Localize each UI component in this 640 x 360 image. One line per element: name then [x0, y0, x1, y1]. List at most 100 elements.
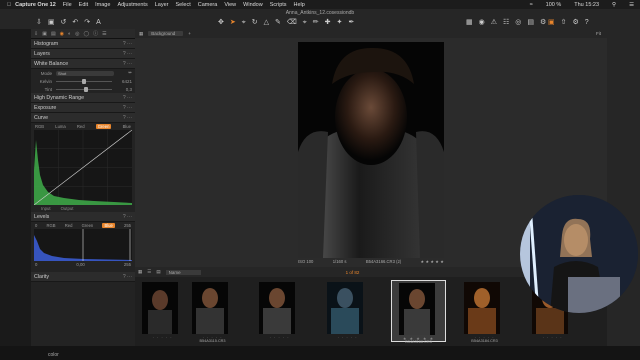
exposure-tab-icon[interactable]: ◐ — [68, 31, 71, 37]
crop-tool-icon[interactable]: ⌖ — [242, 19, 246, 27]
grid-view-icon[interactable]: ▦ — [138, 269, 142, 275]
thumbnail[interactable]: · · · · · B54A3115.CR3 — [185, 280, 240, 343]
curve-tab-blue[interactable]: Blue — [123, 124, 131, 129]
levels-high-value[interactable]: 255 — [124, 262, 131, 267]
menu-adjustments[interactable]: Adjustments — [117, 2, 147, 8]
process-icon[interactable]: ⚙ — [540, 19, 546, 27]
lens-tab-icon[interactable]: ◯ — [83, 31, 89, 37]
curve-tab-luma[interactable]: Luma — [55, 124, 65, 129]
thumbnail-rating[interactable]: · · · · · — [135, 335, 190, 340]
redo-icon[interactable]: ↷ — [84, 19, 90, 27]
levels-mid-value[interactable]: 0,00 — [76, 262, 84, 267]
levels-tab-blue[interactable]: Blue — [102, 223, 115, 228]
rotate-tool-icon[interactable]: ↻ — [252, 19, 258, 27]
menu-help[interactable]: Help — [294, 2, 305, 8]
clarity-section[interactable]: Clarity ? ··· — [31, 272, 135, 282]
hdr-section[interactable]: High Dynamic Range ? ··· — [31, 93, 135, 103]
thumbnail-rating[interactable]: · · · · · — [252, 335, 307, 340]
thumbnail[interactable]: · · · · · — [135, 280, 190, 342]
menu-file[interactable]: File — [63, 2, 72, 8]
eraser-tool-icon[interactable]: ⌫ — [287, 19, 297, 27]
levels-low-value[interactable]: 0 — [35, 262, 37, 267]
color-tab-icon[interactable]: ◉ — [60, 31, 64, 37]
wand-tool-icon[interactable]: ✦ — [336, 19, 342, 27]
photo-rating[interactable]: ★ ★ ★ ★ ★ — [421, 259, 444, 264]
section-controls-icon[interactable]: ? ··· — [123, 274, 132, 280]
menu-camera[interactable]: Camera — [198, 2, 218, 8]
wb-tint-value[interactable]: 0,3 — [126, 87, 132, 92]
section-controls-icon[interactable]: ? ··· — [123, 115, 132, 121]
menu-window[interactable]: Window — [243, 2, 263, 8]
wb-picker-icon[interactable]: ✏ — [128, 70, 132, 76]
section-controls-icon[interactable]: ? ··· — [123, 51, 132, 57]
rotate-left-icon[interactable]: ↺ — [61, 19, 67, 27]
wb-kelvin-slider[interactable] — [56, 78, 112, 84]
section-controls-icon[interactable]: ? ··· — [123, 41, 132, 47]
wb-kelvin-value[interactable]: 6421 — [122, 79, 132, 84]
heal-tool-icon[interactable]: ✚ — [325, 19, 331, 27]
menu-image[interactable]: Image — [95, 2, 110, 8]
section-controls-icon[interactable]: ? ··· — [123, 105, 132, 111]
clock[interactable]: Thu 15:23 — [574, 2, 599, 8]
white-balance-section[interactable]: White Balance ? ··· — [31, 59, 135, 69]
levels-graph[interactable] — [34, 229, 132, 261]
focus-mask-icon[interactable]: ◉ — [479, 19, 485, 27]
thumbnail[interactable]: · · · · · B54A3184.CR3 — [457, 280, 512, 343]
annotate-tool-icon[interactable]: ✏ — [313, 19, 319, 27]
export-icon[interactable]: ⇧ — [561, 19, 567, 27]
grid-icon[interactable]: ▦ — [139, 31, 143, 37]
workspace-icon[interactable]: ▣ — [548, 19, 555, 27]
levels-tab-rgb[interactable]: RGB — [47, 223, 56, 228]
exposure-warning-icon[interactable]: ⚠ — [491, 19, 497, 27]
text-tool-icon[interactable]: A — [96, 19, 101, 27]
thumbnail-selected[interactable]: ★ ★ ★ ★ ★ B54A3166.CR3 — [391, 280, 446, 344]
guides-icon[interactable]: ☷ — [503, 19, 509, 27]
curve-section[interactable]: Curve ? ··· — [31, 113, 135, 123]
import-icon[interactable]: ⇩ — [36, 19, 42, 27]
curve-tab-green[interactable]: Green — [95, 124, 112, 129]
levels-tab-red[interactable]: Red — [65, 223, 73, 228]
menu-scripts[interactable]: Scripts — [270, 2, 287, 8]
undo-icon[interactable]: ↶ — [72, 19, 78, 27]
menu-list-icon[interactable]: ☰ — [629, 2, 634, 8]
grid-view-icon[interactable]: ▦ — [466, 19, 473, 27]
details-tab-icon[interactable]: ◎ — [75, 31, 79, 37]
levels-section[interactable]: Levels ? ··· — [31, 212, 135, 222]
camera-tab-icon[interactable]: ▣ — [42, 31, 47, 37]
section-controls-icon[interactable]: ? ··· — [123, 61, 132, 67]
thumbnail-rating[interactable]: · · · · · — [320, 335, 375, 340]
wb-tint-slider[interactable] — [56, 86, 112, 92]
menu-select[interactable]: Select — [175, 2, 190, 8]
keystone-tool-icon[interactable]: △ — [264, 19, 269, 27]
metadata-tab-icon[interactable]: ⓘ — [93, 30, 98, 37]
list-view-icon[interactable]: ☰ — [147, 269, 151, 275]
thumbnail[interactable]: · · · · · — [320, 280, 375, 342]
layers-section[interactable]: Layers ? ··· — [31, 49, 135, 59]
settings-icon[interactable]: ⚙ — [573, 19, 579, 27]
apple-icon[interactable]:  — [7, 2, 11, 8]
filmstrip-view-icon[interactable]: ▤ — [156, 269, 160, 275]
proof-icon[interactable]: ◎ — [515, 19, 521, 27]
section-controls-icon[interactable]: ? ··· — [123, 95, 132, 101]
import-tab-icon[interactable]: ⇩ — [34, 31, 38, 37]
curve-tab-rgb[interactable]: RGB — [35, 124, 44, 129]
pen-tool-icon[interactable]: ✒ — [348, 19, 354, 27]
menu-edit[interactable]: Edit — [79, 2, 88, 8]
thumbnail[interactable]: · · · · · — [252, 280, 307, 342]
wb-mode-select[interactable]: Shot — [56, 70, 114, 76]
fit-zoom[interactable]: Fit — [596, 31, 601, 36]
histogram-section[interactable]: Histogram ? ··· — [31, 39, 135, 49]
wifi-icon[interactable]: ≈ — [530, 2, 533, 8]
battery-status[interactable]: 100 % — [546, 2, 562, 8]
brush-tool-icon[interactable]: ✎ — [275, 19, 281, 27]
sort-select[interactable]: Name — [165, 269, 201, 275]
curve-tab-red[interactable]: Red — [77, 124, 85, 129]
help-icon[interactable]: ? — [585, 19, 589, 27]
pan-tool-icon[interactable]: ✥ — [218, 19, 224, 27]
slider-knob[interactable] — [84, 86, 88, 92]
add-layer-icon[interactable]: + — [188, 31, 191, 36]
menu-view[interactable]: View — [224, 2, 236, 8]
picker-tool-icon[interactable]: ⌖ — [303, 19, 307, 27]
thumbnail-rating[interactable]: · · · · · — [525, 335, 580, 340]
compare-icon[interactable]: ▤ — [527, 19, 534, 27]
